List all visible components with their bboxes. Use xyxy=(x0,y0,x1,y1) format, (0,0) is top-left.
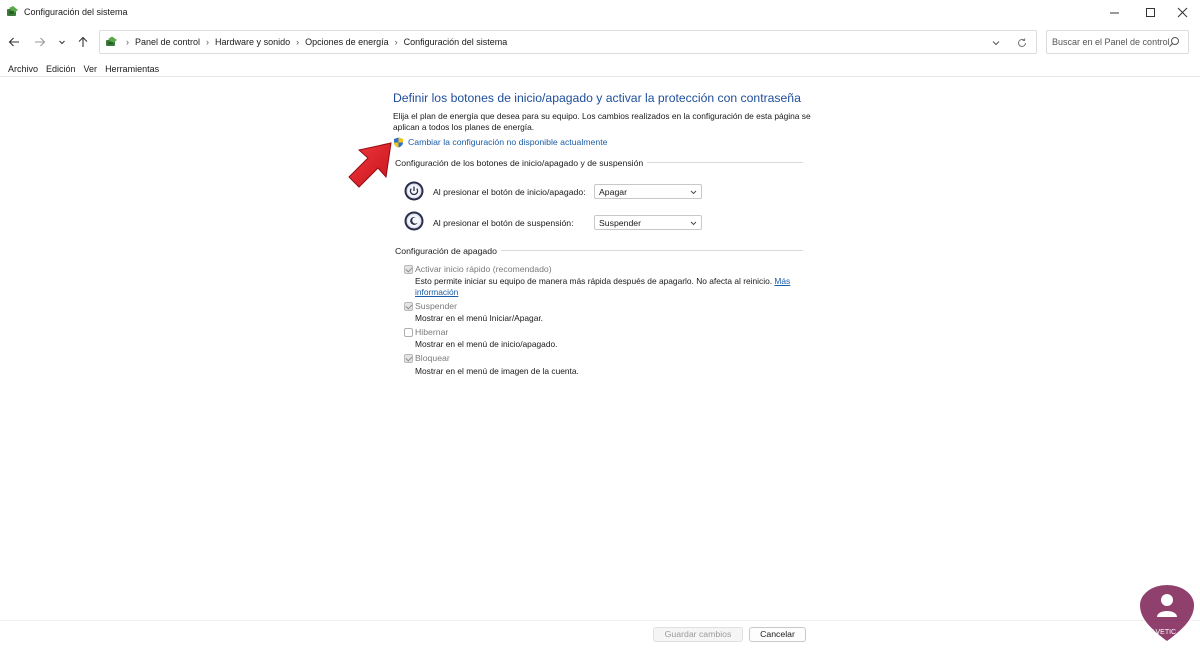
chevron-down-icon xyxy=(690,221,697,226)
up-button[interactable] xyxy=(75,34,91,50)
suspend-label: Suspender xyxy=(415,301,458,311)
arrow-right-icon xyxy=(35,37,46,47)
cancel-button[interactable]: Cancelar xyxy=(749,627,806,642)
sleep-button-action-select[interactable]: Suspender xyxy=(594,215,702,230)
select-value: Suspender xyxy=(599,218,642,228)
title-bar: Configuración del sistema xyxy=(0,0,1200,26)
chevron-down-icon xyxy=(690,190,697,195)
section-title-buttons: Configuración de los botones de inicio/a… xyxy=(395,158,648,168)
menu-edicion[interactable]: Edición xyxy=(38,62,76,76)
more-info-link[interactable]: Más xyxy=(774,276,790,286)
breadcrumb-item-hardware-y-sonido[interactable]: Hardware y sonido xyxy=(215,37,290,47)
lock-checkbox[interactable] xyxy=(404,354,413,363)
sleep-button-icon xyxy=(404,211,424,231)
power-options-icon xyxy=(106,36,117,46)
search-input[interactable] xyxy=(1052,32,1172,52)
breadcrumb-separator[interactable]: › xyxy=(395,37,398,47)
address-bar[interactable]: › Panel de control › Hardware y sonido ›… xyxy=(99,30,1037,54)
breadcrumb-item-configuracion-del-sistema[interactable]: Configuración del sistema xyxy=(404,37,508,47)
menu-bar: Archivo Edición Ver Herramientas xyxy=(0,62,1200,76)
arrow-left-icon xyxy=(8,37,19,47)
minimize-icon xyxy=(1109,12,1119,13)
search-box[interactable] xyxy=(1046,30,1189,54)
close-icon xyxy=(1177,7,1187,17)
maximize-button[interactable] xyxy=(1132,0,1168,24)
divider xyxy=(0,620,1200,621)
change-unavailable-settings-link[interactable]: Cambiar la configuración no disponible a… xyxy=(408,137,607,147)
close-button[interactable] xyxy=(1164,0,1200,24)
chevron-down-icon xyxy=(59,40,65,45)
search-icon xyxy=(1169,37,1179,47)
lock-label: Bloquear xyxy=(415,353,450,363)
watermark-text: SOLVETIC xyxy=(1142,629,1177,636)
breadcrumb-item-panel-de-control[interactable]: Panel de control xyxy=(135,37,200,47)
sleep-button-label: Al presionar el botón de suspensión: xyxy=(433,218,574,228)
breadcrumb-separator[interactable]: › xyxy=(296,37,299,47)
divider xyxy=(0,76,1200,77)
breadcrumb-item-opciones-de-energia[interactable]: Opciones de energía xyxy=(305,37,389,47)
page-title: Definir los botones de inicio/apagado y … xyxy=(393,91,801,105)
fast-startup-description: Esto permite iniciar su equipo de manera… xyxy=(415,276,790,286)
annotation-arrow-icon xyxy=(348,142,392,188)
recent-locations-button[interactable] xyxy=(54,34,70,50)
more-info-link[interactable]: información xyxy=(415,287,458,297)
breadcrumb: › Panel de control › Hardware y sonido ›… xyxy=(120,37,507,47)
hibernate-checkbox[interactable] xyxy=(404,328,413,337)
section-title-shutdown: Configuración de apagado xyxy=(395,246,501,256)
power-button-action-select[interactable]: Apagar xyxy=(594,184,702,199)
power-button-label: Al presionar el botón de inicio/apagado: xyxy=(433,187,586,197)
hibernate-label: Hibernar xyxy=(415,327,449,337)
maximize-icon xyxy=(1145,7,1155,17)
fast-startup-description-text: Esto permite iniciar su equipo de manera… xyxy=(415,276,773,286)
minimize-button[interactable] xyxy=(1096,0,1132,24)
save-changes-button[interactable]: Guardar cambios xyxy=(653,627,743,642)
window-title: Configuración del sistema xyxy=(24,7,128,17)
breadcrumb-separator: › xyxy=(126,37,129,47)
fast-startup-label: Activar inicio rápido (recomendado) xyxy=(415,264,552,274)
lock-description: Mostrar en el menú de imagen de la cuent… xyxy=(415,366,579,376)
forward-button[interactable] xyxy=(32,34,48,50)
fast-startup-checkbox[interactable] xyxy=(404,265,413,274)
power-button-icon xyxy=(404,181,424,201)
chevron-down-icon[interactable] xyxy=(990,37,1002,49)
hibernate-description: Mostrar en el menú de inicio/apagado. xyxy=(415,339,558,349)
menu-archivo[interactable]: Archivo xyxy=(0,62,38,76)
arrow-up-icon xyxy=(78,36,88,47)
back-button[interactable] xyxy=(6,34,22,50)
page-description: Elija el plan de energía que desea para … xyxy=(393,111,811,132)
suspend-checkbox[interactable] xyxy=(404,302,413,311)
select-value: Apagar xyxy=(599,187,628,197)
suspend-description: Mostrar en el menú Iniciar/Apagar. xyxy=(415,313,544,323)
menu-herramientas[interactable]: Herramientas xyxy=(97,62,159,76)
breadcrumb-separator[interactable]: › xyxy=(206,37,209,47)
refresh-icon[interactable] xyxy=(1016,37,1028,49)
power-options-app-icon xyxy=(7,6,18,16)
menu-ver[interactable]: Ver xyxy=(76,62,98,76)
navigation-bar: › Panel de control › Hardware y sonido ›… xyxy=(0,28,1200,56)
